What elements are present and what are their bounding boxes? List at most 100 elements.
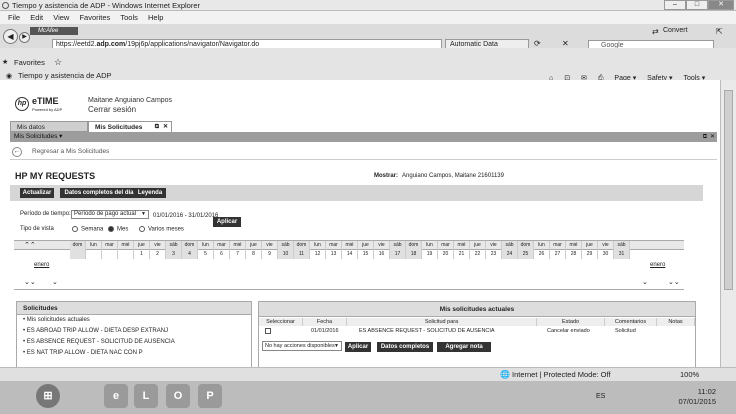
calendar-date-cell[interactable]: 5 [198, 250, 214, 259]
update-button[interactable]: Actualizar [20, 188, 54, 198]
calendar-date-cell[interactable]: 27 [550, 250, 566, 259]
zoom-level[interactable]: 100% [680, 368, 699, 382]
calendar-date-cell[interactable]: 20 [438, 250, 454, 259]
scrollbar-thumb[interactable] [724, 90, 733, 290]
calendar-date-cell[interactable]: 26 [534, 250, 550, 259]
calendar-date-cell[interactable]: 19 [422, 250, 438, 259]
menu-favorites[interactable]: Favorites [79, 13, 110, 22]
tab-mis-solicitudes[interactable]: Mis Solicitudes ⧉ ✕ [88, 121, 172, 132]
chevron-down-left-icon[interactable]: ⌄ [52, 278, 58, 286]
period-select[interactable]: Período de pago actual ▼ [71, 210, 149, 219]
calendar-date-cell[interactable]: 23 [486, 250, 502, 259]
menu-view[interactable]: View [53, 13, 69, 22]
calendar-date-cell[interactable]: 14 [342, 250, 358, 259]
calendar-date-cell[interactable] [118, 250, 134, 259]
calendar-date-cell[interactable]: 18 [406, 250, 422, 259]
actions-select[interactable]: No hay acciones disponibles ▼ [262, 341, 342, 351]
list-item[interactable]: • ES ABROAD TRIP ALLOW - DIETA DESP EXTR… [17, 326, 251, 337]
calendar-date-cell[interactable]: 29 [582, 250, 598, 259]
language-indicator[interactable]: ES [596, 393, 605, 400]
radio-mes[interactable]: Mes [108, 226, 128, 233]
convert-button[interactable]: Convert [663, 27, 688, 34]
back-link[interactable]: Regresar a Mis Solicitudes [32, 148, 109, 155]
calendar-date-cell[interactable]: 25 [518, 250, 534, 259]
add-note-button[interactable]: Agregar nota [437, 342, 491, 352]
full-data-button[interactable]: Datos completos [377, 342, 433, 352]
calendar-date-cell[interactable]: 22 [470, 250, 486, 259]
section-restore-icon[interactable]: ⧉ [703, 132, 707, 142]
calendar-date-cell[interactable]: 13 [326, 250, 342, 259]
list-item[interactable]: • Mis solicitudes actuales [17, 315, 251, 326]
apply-period-button[interactable]: Aplicar [213, 217, 241, 227]
calendar-day-header: dom [406, 241, 422, 250]
calendar-date-cell[interactable]: 1 [134, 250, 150, 259]
logout-link[interactable]: Cerrar sesión [88, 105, 172, 114]
favorites-button[interactable]: Favorites [14, 58, 45, 67]
powerpoint-taskbar-icon[interactable]: P [198, 384, 222, 408]
list-item-label: ES ABSENCE REQUEST - SOLICITUD DE AUSENC… [26, 339, 175, 345]
calendar-date-cell[interactable]: 9 [262, 250, 278, 259]
calendar-date-cell[interactable]: 12 [310, 250, 326, 259]
clock[interactable]: 11:02 07/01/2015 [678, 387, 716, 407]
calendar-date-cell[interactable]: 4 [182, 250, 198, 259]
radio-semana-circle [72, 226, 78, 232]
scroll-up-left-icon[interactable]: ⌃⌃ [24, 241, 36, 249]
calendar-date-cell[interactable]: 17 [390, 250, 406, 259]
vertical-scrollbar[interactable] [720, 80, 736, 367]
calendar-date-cell[interactable]: 21 [454, 250, 470, 259]
back-arrow-icon[interactable]: ← [12, 147, 22, 157]
calendar-day-header: sáb [614, 241, 630, 250]
calendar-date-cell[interactable]: 28 [566, 250, 582, 259]
add-favorite-icon[interactable]: ☆ [54, 57, 62, 68]
chevron-down-right-icon[interactable]: ⌄ [642, 278, 648, 286]
ie-taskbar-icon[interactable]: e [104, 384, 128, 408]
menu-file[interactable]: File [8, 13, 20, 22]
legend-button[interactable]: Leyenda [134, 188, 166, 198]
forward-icon[interactable]: ▶ [19, 32, 30, 43]
calendar-date-cell[interactable]: 8 [246, 250, 262, 259]
month-link-left[interactable]: enero [34, 262, 49, 268]
full-day-data-button[interactable]: Datos completos del día [60, 188, 138, 198]
calendar-date-cell[interactable] [86, 250, 102, 259]
calendar-date-cell[interactable]: 11 [294, 250, 310, 259]
calendar-date-cell[interactable]: 2 [150, 250, 166, 259]
menu-help[interactable]: Help [148, 13, 163, 22]
back-icon[interactable]: ◀ [3, 29, 18, 44]
select-icon[interactable]: ⇱ [716, 27, 723, 36]
ie-icon [2, 2, 9, 9]
calendar-date-cell[interactable]: 31 [614, 250, 630, 259]
calendar-date-cell[interactable]: 7 [230, 250, 246, 259]
calendar-date-cell[interactable]: 6 [214, 250, 230, 259]
start-icon[interactable]: ⊞ [36, 384, 60, 408]
minimize-button[interactable]: – [664, 0, 686, 10]
scroll-down-left-icon[interactable]: ⌄⌄ [24, 278, 36, 286]
refresh-icon[interactable]: ⟳ [534, 39, 541, 48]
menu-tools[interactable]: Tools [120, 13, 138, 22]
radio-varios-meses[interactable]: Varios meses [139, 226, 184, 233]
outlook-taskbar-icon[interactable]: O [166, 384, 190, 408]
close-button[interactable]: ✕ [708, 0, 734, 10]
month-link-right[interactable]: enero [650, 262, 665, 268]
list-item[interactable]: • ES ABSENCE REQUEST - SOLICITUD DE AUSE… [17, 337, 251, 348]
calendar-date-cell[interactable]: 15 [358, 250, 374, 259]
menu-edit[interactable]: Edit [30, 13, 43, 22]
calendar-day-header: jue [246, 241, 262, 250]
row-checkbox[interactable] [265, 328, 271, 334]
calendar-date-cell[interactable]: 24 [502, 250, 518, 259]
section-close-icon[interactable]: ✕ [710, 132, 715, 142]
tab-mis-datos[interactable]: Mis datos [10, 121, 88, 132]
stop-icon[interactable]: ✕ [562, 39, 569, 48]
mcafee-badge[interactable]: McAfee [30, 27, 78, 35]
radio-semana[interactable]: Semana [72, 226, 103, 233]
calendar-date-cell[interactable]: 30 [598, 250, 614, 259]
lync-taskbar-icon[interactable]: L [134, 384, 158, 408]
calendar-date-cell[interactable] [102, 250, 118, 259]
calendar-date-cell[interactable] [70, 250, 86, 259]
calendar-date-cell[interactable]: 10 [278, 250, 294, 259]
scroll-down-right-icon[interactable]: ⌄⌄ [668, 278, 680, 286]
list-item[interactable]: • ES NAT TRIP ALLOW - DIETA NAC CON P [17, 348, 251, 359]
calendar-date-cell[interactable]: 16 [374, 250, 390, 259]
maximize-button[interactable]: □ [686, 0, 708, 10]
apply-action-button[interactable]: Aplicar [345, 342, 371, 352]
calendar-date-cell[interactable]: 3 [166, 250, 182, 259]
